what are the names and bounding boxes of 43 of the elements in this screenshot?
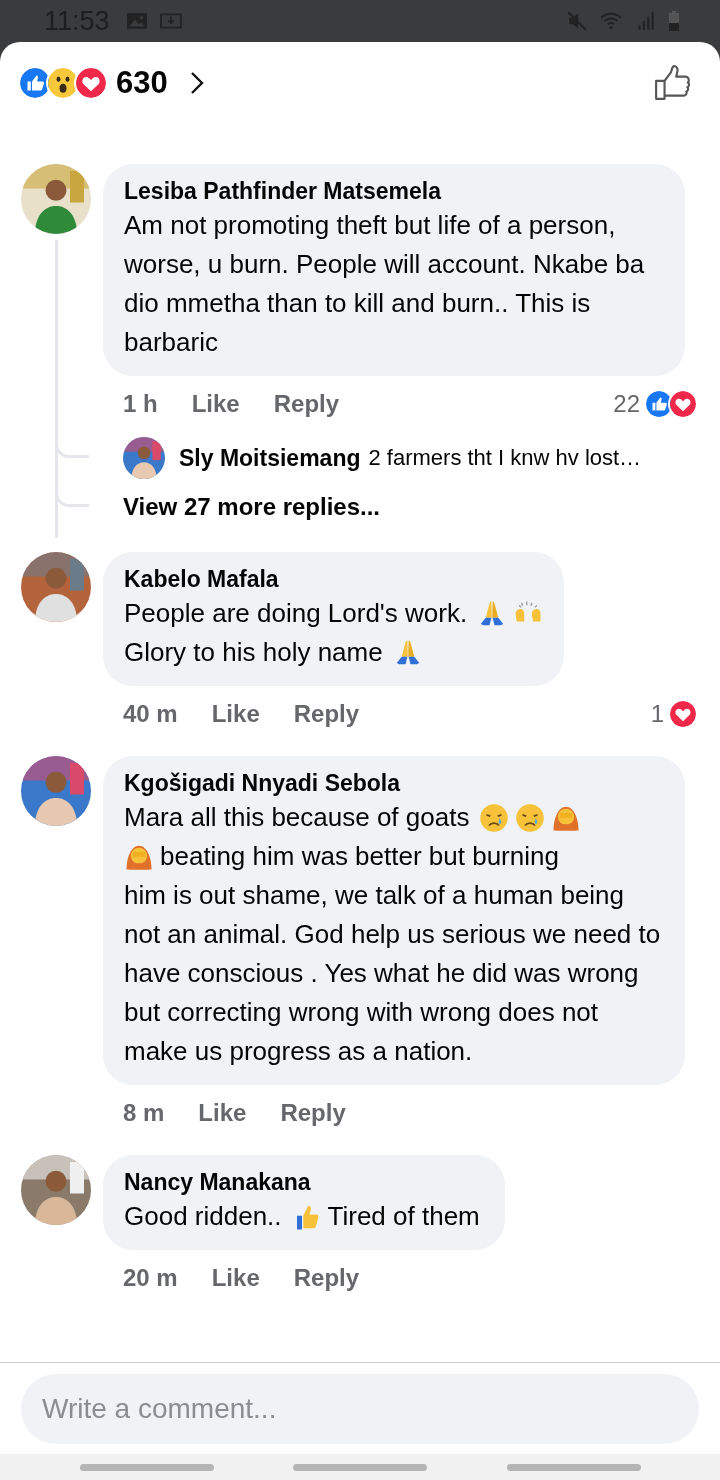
chevron-right-icon — [189, 71, 204, 95]
comment-time: 20 m — [123, 1264, 178, 1292]
reaction-count: 630 — [116, 65, 168, 101]
like-link[interactable]: Like — [198, 1099, 247, 1127]
comment-text: Am not promoting theft but life of a person, worse, u burn. People will account. Nkabe ba dio mmetha than to kill and burn.. This is barbaric — [124, 210, 645, 357]
comment-time: 40 m — [123, 700, 178, 728]
commenter-name[interactable]: Nancy Manakana — [124, 1167, 484, 1197]
view-more-replies-link[interactable]: View 27 more replies... — [123, 493, 381, 521]
reply-link[interactable]: Reply — [273, 390, 340, 418]
mute-icon — [566, 10, 588, 32]
like-link[interactable]: Like — [211, 1264, 260, 1292]
reaction-count: 1 — [650, 700, 664, 728]
image-icon — [125, 10, 148, 32]
comment-text: Mara all this because of goats — [124, 801, 470, 834]
thumbs-up-outline-icon[interactable] — [654, 64, 692, 102]
reply-link[interactable]: Reply — [293, 1264, 360, 1292]
comment-text: Tired of them — [327, 1200, 480, 1233]
sad-face-icon — [479, 802, 510, 833]
like-link[interactable]: Like — [211, 700, 260, 728]
comment-text: Good ridden.. — [124, 1200, 282, 1233]
commenter-name[interactable]: Lesiba Pathfinder Matsemela — [124, 176, 664, 206]
comment-text: Glory to his holy name — [124, 636, 383, 669]
reactions-summary[interactable]: 630 — [18, 65, 204, 101]
reply-preview[interactable]: 2 farmers tht I knw hv lost… — [368, 445, 642, 471]
comment-input[interactable]: Write a comment... — [21, 1374, 699, 1444]
heart-reaction-icon — [668, 389, 698, 419]
like-link[interactable]: Like — [191, 390, 240, 418]
heart-reaction-icon — [74, 66, 108, 100]
commenter-name[interactable]: Kabelo Mafala — [124, 564, 544, 594]
comment-text: beating him was better but burning — [160, 840, 559, 873]
comment-text: him is out shame, we talk of a human being not an animal. God help us serious we need to have conscious . Yes what he did was wrong but correcting wrong with wrong does not make us progress as a nation. — [124, 880, 661, 1066]
comment-time: 1 h — [123, 390, 158, 418]
comment-time: 8 m — [123, 1099, 165, 1127]
reaction-count: 22 — [613, 390, 640, 418]
reply-link[interactable]: Reply — [280, 1099, 346, 1127]
sad-face-icon — [515, 802, 546, 833]
commenter-name[interactable]: Kgošigadi Nnyadi Sebola — [124, 768, 664, 798]
comment-text: People are doing Lord's work. — [124, 597, 468, 630]
wifi-icon — [600, 10, 622, 32]
reply-link[interactable]: Reply — [293, 700, 360, 728]
reply-author[interactable]: Sly Moitsiemang — [179, 444, 361, 472]
heart-reaction-icon — [668, 699, 698, 729]
battery-icon — [668, 10, 680, 32]
